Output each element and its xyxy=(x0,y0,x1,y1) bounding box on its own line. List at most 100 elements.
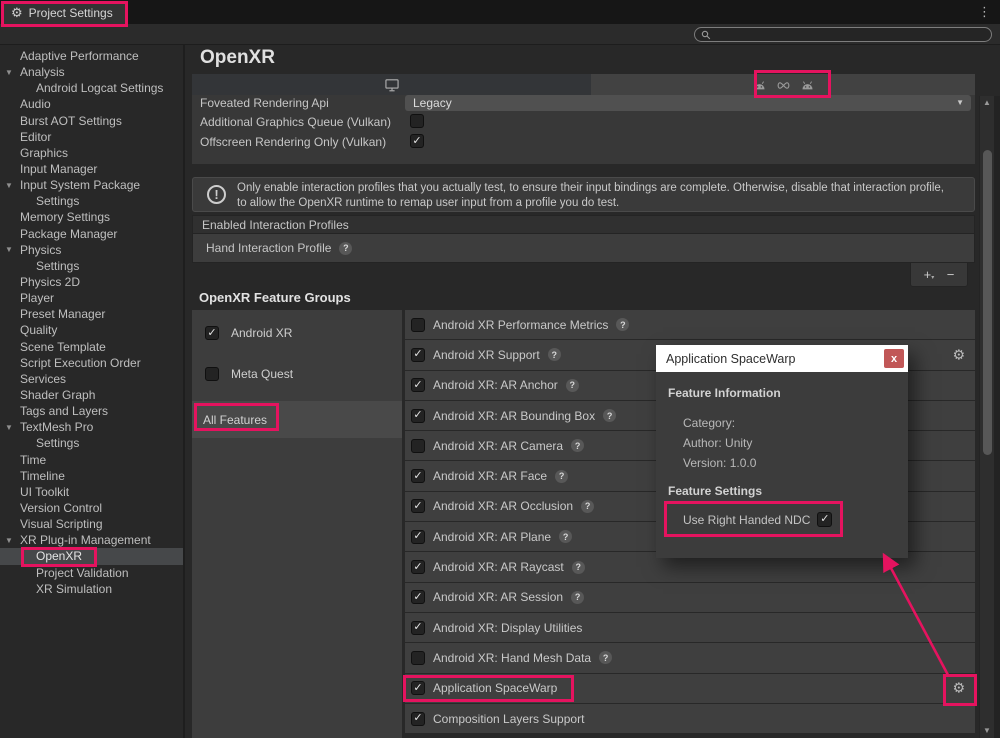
feature-group-checkbox[interactable] xyxy=(205,326,219,340)
foldout-triangle-icon[interactable] xyxy=(3,68,15,77)
feature-row[interactable]: Android XR: Hand Mesh Data ? xyxy=(405,643,975,672)
sidebar-item[interactable]: Time xyxy=(0,452,183,468)
help-icon[interactable]: ? xyxy=(572,561,585,574)
feature-gear-icon[interactable]: ⚙ xyxy=(952,680,965,697)
feature-row[interactable]: Android XR: Display Utilities xyxy=(405,613,975,642)
kebab-menu-icon[interactable]: ⋮ xyxy=(978,4,991,20)
feature-gear-icon[interactable]: ⚙ xyxy=(952,346,965,363)
ndc-checkbox[interactable] xyxy=(817,512,832,527)
feature-checkbox[interactable] xyxy=(411,621,425,635)
help-icon[interactable]: ? xyxy=(339,242,352,255)
feature-row[interactable]: Application SpaceWarp ⚙ xyxy=(405,674,975,703)
sidebar-item[interactable]: Memory Settings xyxy=(0,209,183,225)
sidebar-item[interactable]: Timeline xyxy=(0,468,183,484)
help-icon[interactable]: ? xyxy=(571,439,584,452)
sidebar-item[interactable]: Scene Template xyxy=(0,339,183,355)
sidebar-item[interactable]: XR Plug-in Management xyxy=(0,532,183,548)
sidebar-item[interactable]: Settings xyxy=(0,435,183,451)
sidebar-item[interactable]: Version Control xyxy=(0,500,183,516)
all-features-row[interactable]: All Features xyxy=(192,401,402,438)
feature-checkbox[interactable] xyxy=(411,409,425,423)
additional-graphics-queue-checkbox[interactable] xyxy=(410,114,424,128)
feature-group-row[interactable]: Android XR xyxy=(192,319,402,347)
feature-checkbox[interactable] xyxy=(411,469,425,483)
sidebar-item[interactable]: Settings xyxy=(0,258,183,274)
feature-row[interactable]: Android XR Performance Metrics ? xyxy=(405,310,975,339)
scroll-up-icon[interactable]: ▲ xyxy=(980,98,994,107)
offscreen-rendering-checkbox[interactable] xyxy=(410,134,424,148)
sidebar-item[interactable]: Input System Package xyxy=(0,177,183,193)
sidebar-item[interactable]: Adaptive Performance xyxy=(0,48,183,64)
sidebar-item[interactable]: Quality xyxy=(0,322,183,338)
feature-checkbox[interactable] xyxy=(411,651,425,665)
feature-checkbox[interactable] xyxy=(411,318,425,332)
feature-checkbox[interactable] xyxy=(411,530,425,544)
feature-group-checkbox[interactable] xyxy=(205,367,219,381)
help-icon[interactable]: ? xyxy=(559,530,572,543)
remove-profile-button[interactable]: − xyxy=(947,268,955,281)
sidebar-item[interactable]: Graphics xyxy=(0,145,183,161)
vertical-scrollbar[interactable]: ▲ ▼ xyxy=(979,96,994,738)
sidebar-item[interactable]: UI Toolkit xyxy=(0,484,183,500)
sidebar-item[interactable]: Android Logcat Settings xyxy=(0,80,183,96)
feature-checkbox[interactable] xyxy=(411,681,425,695)
feature-checkbox[interactable] xyxy=(411,439,425,453)
sidebar-item[interactable]: Preset Manager xyxy=(0,306,183,322)
help-icon[interactable]: ? xyxy=(566,379,579,392)
foldout-triangle-icon[interactable] xyxy=(3,181,15,190)
feature-checkbox[interactable] xyxy=(411,590,425,604)
feature-group-row[interactable]: Meta Quest xyxy=(192,360,402,388)
tab-android[interactable] xyxy=(591,74,975,96)
foldout-triangle-icon[interactable] xyxy=(3,536,15,545)
sidebar-item[interactable]: Shader Graph xyxy=(0,387,183,403)
help-icon[interactable]: ? xyxy=(616,318,629,331)
foldout-triangle-icon[interactable] xyxy=(3,423,15,432)
sidebar-item[interactable]: XR Simulation xyxy=(0,581,183,597)
sidebar-item[interactable]: Script Execution Order xyxy=(0,355,183,371)
feature-checkbox[interactable] xyxy=(411,378,425,392)
sidebar-item[interactable]: Input Manager xyxy=(0,161,183,177)
feature-checkbox[interactable] xyxy=(411,499,425,513)
help-icon[interactable]: ? xyxy=(548,348,561,361)
sidebar-item[interactable]: Project Validation xyxy=(0,565,183,581)
sidebar-item[interactable]: TextMesh Pro xyxy=(0,419,183,435)
sidebar-item-label: Package Manager xyxy=(20,227,117,241)
sidebar-item[interactable]: Tags and Layers xyxy=(0,403,183,419)
sidebar-item[interactable]: Services xyxy=(0,371,183,387)
dropdown-value: Legacy xyxy=(413,96,452,110)
sidebar-item[interactable]: Player xyxy=(0,290,183,306)
sidebar-item[interactable]: OpenXR xyxy=(0,548,183,564)
sidebar-item[interactable]: Visual Scripting xyxy=(0,516,183,532)
tab-desktop[interactable] xyxy=(192,74,591,96)
feature-checkbox[interactable] xyxy=(411,712,425,726)
sidebar-item[interactable]: Settings xyxy=(0,193,183,209)
feature-group-label: Android XR xyxy=(231,326,292,340)
close-icon[interactable]: x xyxy=(884,349,904,368)
feature-category: Category: xyxy=(683,416,735,430)
foldout-triangle-icon[interactable] xyxy=(3,245,15,254)
feature-row[interactable]: Android XR: AR Session ? xyxy=(405,583,975,612)
sidebar-item[interactable]: Editor xyxy=(0,129,183,145)
help-icon[interactable]: ? xyxy=(603,409,616,422)
popup-titlebar[interactable]: Application SpaceWarp x xyxy=(656,345,908,372)
sidebar-item[interactable]: Physics xyxy=(0,242,183,258)
sidebar-item[interactable]: Analysis xyxy=(0,64,183,80)
project-settings-tab[interactable]: ⚙ Project Settings xyxy=(3,1,125,24)
feature-checkbox[interactable] xyxy=(411,560,425,574)
scrollbar-thumb[interactable] xyxy=(983,150,992,455)
add-profile-button[interactable]: +▾ xyxy=(924,268,935,281)
sidebar-item[interactable]: Audio xyxy=(0,96,183,112)
scroll-down-icon[interactable]: ▼ xyxy=(980,726,994,735)
help-icon[interactable]: ? xyxy=(599,651,612,664)
search-input[interactable] xyxy=(694,27,992,42)
sidebar-item[interactable]: Package Manager xyxy=(0,226,183,242)
hand-interaction-profile-row[interactable]: Hand Interaction Profile ? xyxy=(192,234,975,263)
foveated-rendering-dropdown[interactable]: Legacy ▼ xyxy=(405,95,971,111)
help-icon[interactable]: ? xyxy=(555,470,568,483)
sidebar-item[interactable]: Physics 2D xyxy=(0,274,183,290)
help-icon[interactable]: ? xyxy=(571,591,584,604)
feature-checkbox[interactable] xyxy=(411,348,425,362)
sidebar-item[interactable]: Burst AOT Settings xyxy=(0,113,183,129)
help-icon[interactable]: ? xyxy=(581,500,594,513)
feature-row[interactable]: Composition Layers Support xyxy=(405,704,975,733)
